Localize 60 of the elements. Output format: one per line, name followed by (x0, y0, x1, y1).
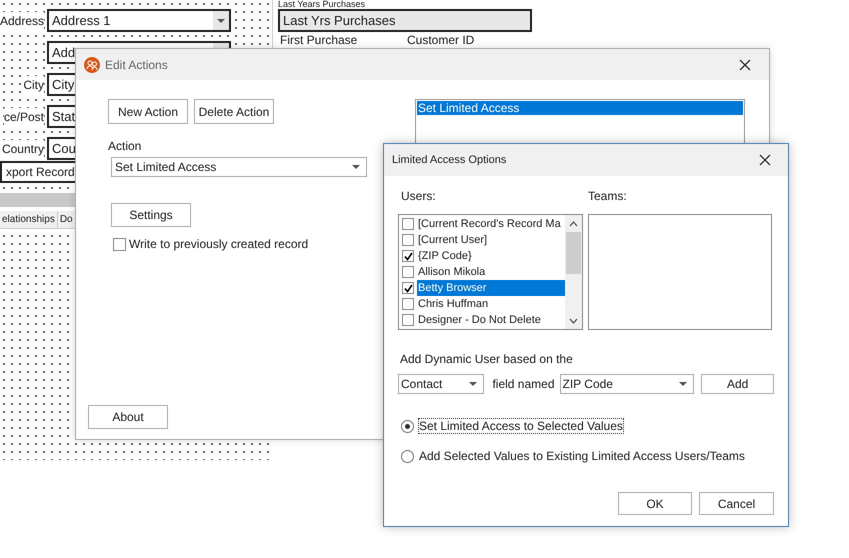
button[interactable]: Settings (111, 203, 191, 227)
checkbox[interactable] (402, 298, 414, 310)
checkbox[interactable] (402, 218, 414, 230)
field-named-label: field named (492, 376, 554, 393)
button[interactable]: Delete Action (194, 99, 274, 124)
button[interactable]: New Action (108, 99, 188, 124)
checkbox[interactable] (402, 314, 414, 326)
window-title: Edit Actions (105, 56, 169, 74)
section-label: Last Years Purchases (278, 0, 366, 9)
users-label: Users: (400, 188, 437, 205)
field-label: City (23, 76, 44, 94)
radio-label: Add Selected Values to Existing Limited Access Users/Teams (418, 448, 746, 464)
radio-button[interactable] (401, 450, 414, 462)
scrollbar-thumb[interactable] (566, 232, 581, 274)
checkbox[interactable] (402, 250, 414, 262)
close-icon[interactable] (759, 154, 771, 166)
checkbox[interactable] (402, 266, 414, 278)
radio-button[interactable] (401, 420, 414, 432)
user-item[interactable]: [Current Record's Record Ma (417, 216, 561, 232)
object-dropdown[interactable]: Contact (398, 374, 484, 394)
checkbox[interactable] (402, 282, 414, 294)
scroll-down-icon[interactable] (569, 318, 578, 324)
caret-icon (679, 382, 688, 386)
checkbox-label: Write to previously created record (129, 236, 308, 253)
radio-label: Set Limited Access to Selected Values (418, 418, 624, 434)
caret-icon (469, 382, 478, 386)
checkbox[interactable] (402, 234, 414, 246)
tab[interactable]: elationships (0, 211, 58, 228)
user-item[interactable]: {ZIP Code} (417, 248, 472, 264)
button[interactable]: OK (618, 492, 692, 515)
users-list[interactable]: [Current Record's Record Ma [Current User] {ZIP Code} Allison Mikola Betty Browser Chris Huffman Designer - Do Not Delete (398, 214, 583, 330)
action-dropdown[interactable]: Set Limited Access (111, 157, 367, 177)
scrollbar[interactable] (565, 215, 582, 329)
teams-label: Teams: (588, 188, 627, 205)
button[interactable]: Add (701, 374, 774, 394)
button[interactable]: Cancel (699, 492, 774, 515)
button[interactable]: About (88, 405, 168, 429)
close-icon[interactable] (739, 58, 751, 70)
field-label: Address (0, 12, 44, 30)
dynamic-user-label: Add Dynamic User based on the (399, 351, 574, 368)
field-label: Country (2, 140, 44, 158)
dropdown-field[interactable]: Last Yrs Purchases (278, 9, 532, 32)
dropdown-field[interactable]: Address 1 (47, 9, 231, 32)
field-label: ce/Post (4, 108, 44, 126)
caret-icon (352, 165, 360, 169)
user-item[interactable]: Betty Browser (417, 280, 565, 296)
scroll-up-icon[interactable] (569, 221, 578, 227)
caret-icon (217, 18, 225, 22)
user-item[interactable]: [Current User] (417, 232, 488, 248)
teams-list[interactable] (588, 214, 772, 330)
field-dropdown[interactable]: ZIP Code (560, 374, 694, 394)
field-label: First Purchase (279, 34, 358, 47)
field-label: Customer ID (406, 34, 476, 47)
app-people-icon (84, 56, 100, 72)
action-label: Action (108, 138, 142, 155)
user-item[interactable]: Designer - Do Not Delete (417, 312, 541, 328)
checkbox[interactable] (113, 238, 126, 250)
list-item[interactable]: Set Limited Access (417, 101, 743, 115)
user-item[interactable]: Allison Mikola (417, 264, 486, 280)
user-item[interactable]: Chris Huffman (417, 296, 488, 312)
